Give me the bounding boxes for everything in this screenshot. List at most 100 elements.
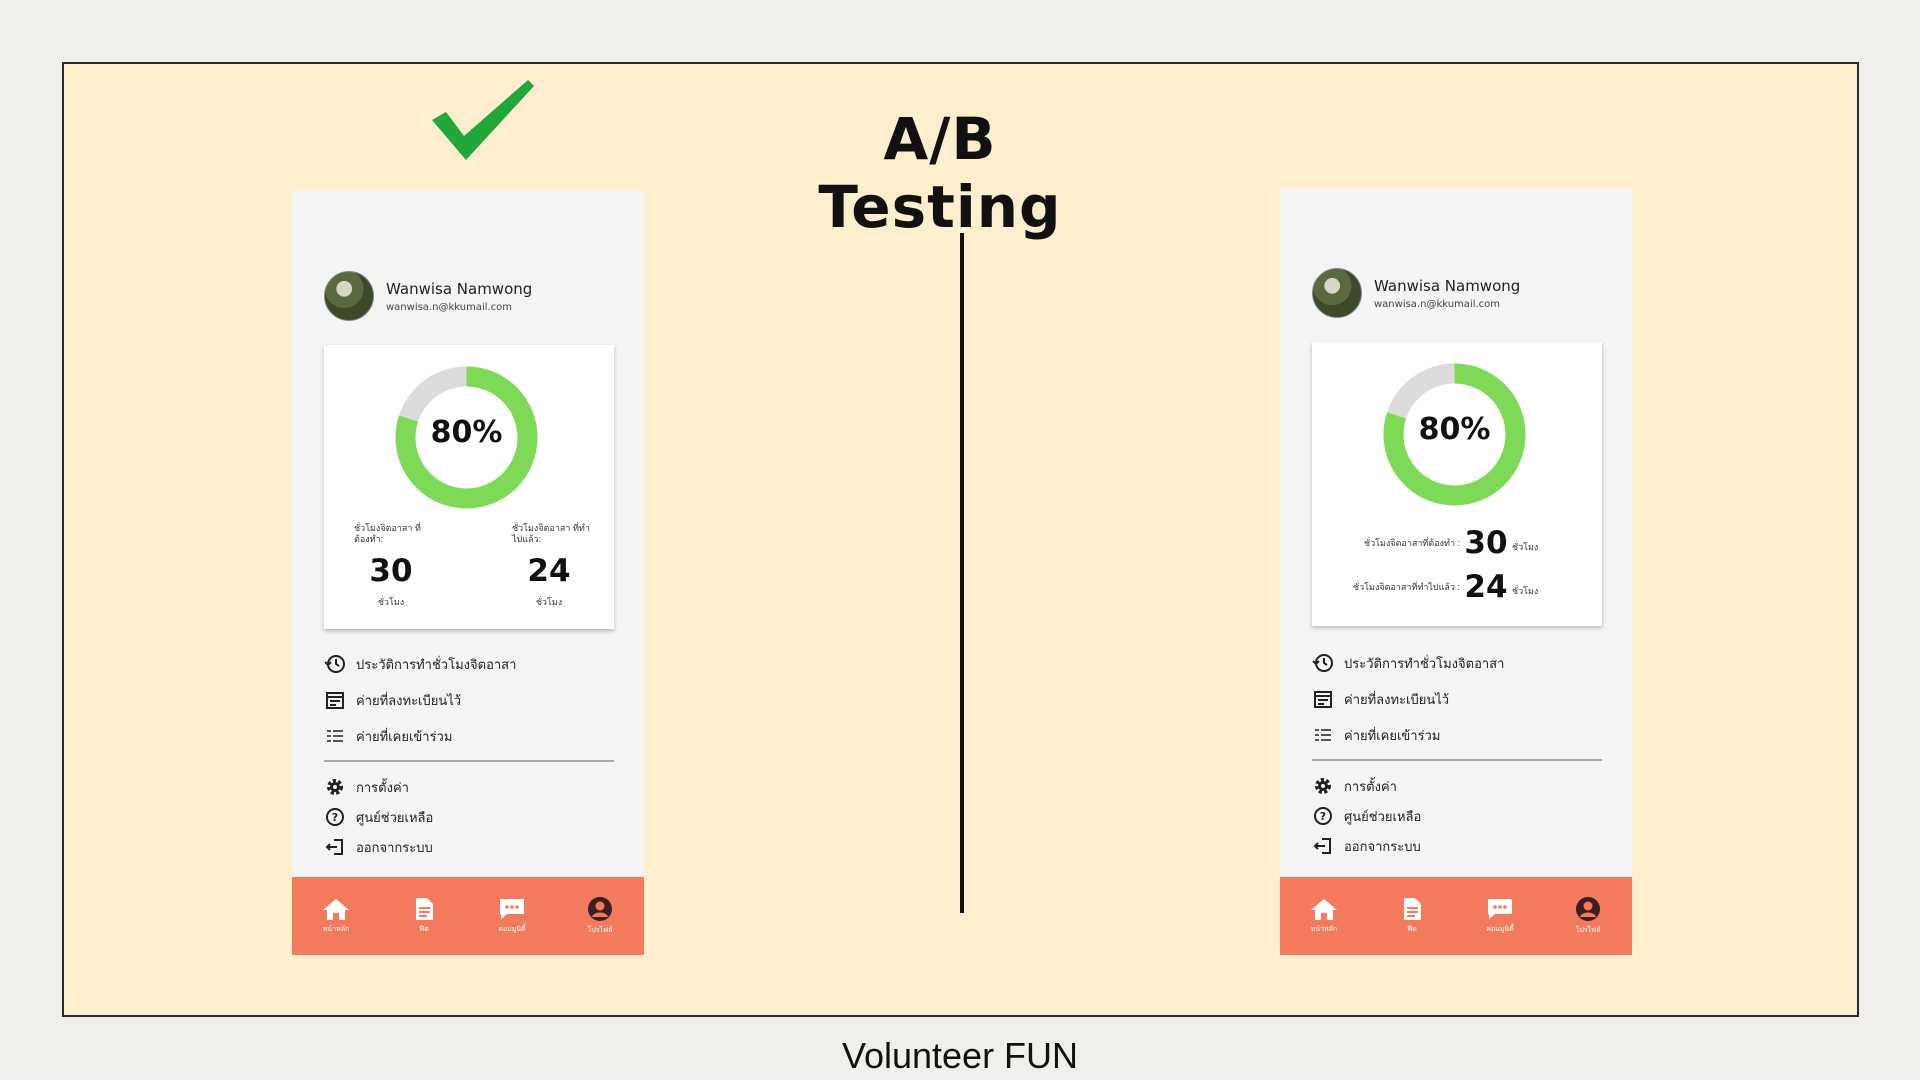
nav-profile[interactable]: โปรไฟล์: [570, 896, 630, 936]
nav-label: ฟีด: [419, 926, 429, 933]
menu-item-label: ศูนย์ช่วยเหลือ: [356, 810, 434, 826]
stat-completed-label: ชั่วโมงจิตอาสาที่ทำไปแล้ว :: [1353, 582, 1460, 592]
document-icon: [416, 898, 433, 920]
stat-required-unit: ชั่วโมง: [1512, 542, 1539, 552]
history-icon: [1312, 652, 1334, 674]
stat-required-value: 30: [1464, 525, 1508, 561]
menu-item-label: ศูนย์ช่วยเหลือ: [1344, 809, 1422, 825]
nav-feed[interactable]: ฟีด: [394, 897, 454, 935]
user-email: wanwisa.n@kkumail.com: [386, 301, 513, 313]
menu-item-label: การตั้งค่า: [1344, 779, 1397, 795]
bottom-nav: หน้าหลัก ฟีด คอมมูนิตี้ โปรไฟล์: [292, 877, 644, 955]
document-icon: [1404, 898, 1421, 920]
menu-item-logout[interactable]: ออกจากระบบ: [1312, 831, 1602, 861]
profile-header: Wanwisa Namwong wanwisa.n@kkumail.com: [324, 271, 532, 321]
stat-required-label: ชั่วโมงจิตอาสาที่ต้องทำ :: [1363, 538, 1460, 548]
menu-item-registered[interactable]: ค่ายที่ลงทะเบียนไว้: [1312, 681, 1602, 717]
nav-community[interactable]: คอมมูนิตี้: [1470, 897, 1530, 935]
stat-completed: ชั่วโมงจิตอาสา ที่ทำไปแล้ว: 24 ชั่วโมง: [504, 523, 594, 609]
stat-completed-value: 24: [527, 553, 571, 589]
stat-completed: ชั่วโมงจิตอาสาที่ทำไปแล้ว : 24 ชั่วโมง: [1342, 569, 1582, 605]
avatar[interactable]: [324, 271, 374, 321]
list-icon: [1312, 724, 1334, 746]
menu-item-history[interactable]: ประวัติการทำชั่วโมงจิตอาสา: [1312, 645, 1602, 681]
menu-item-label: ค่ายที่เคยเข้าร่วม: [1344, 728, 1441, 744]
nav-label: หน้าหลัก: [322, 926, 350, 933]
progress-percent: 80%: [430, 415, 503, 450]
stat-completed-value: 24: [1464, 569, 1508, 605]
menu-separator: [324, 760, 614, 762]
gear-icon: [1312, 775, 1334, 797]
menu-item-label: ประวัติการทำชั่วโมงจิตอาสา: [1344, 656, 1505, 672]
menu-item-registered[interactable]: ค่ายที่ลงทะเบียนไว้: [324, 682, 614, 718]
menu-list: ประวัติการทำชั่วโมงจิตอาสา ค่ายที่ลงทะเบ…: [1312, 645, 1602, 861]
slide-title: A/B Testing: [818, 105, 1062, 241]
nav-label: ฟีด: [1407, 926, 1417, 933]
stat-required-value: 30: [369, 553, 413, 589]
user-name: Wanwisa Namwong: [386, 279, 533, 298]
help-icon: ?: [324, 806, 346, 828]
nav-label: คอมมูนิตี้: [1486, 926, 1514, 933]
menu-item-label: ค่ายที่ลงทะเบียนไว้: [1344, 692, 1450, 708]
nav-label: หน้าหลัก: [1310, 926, 1338, 933]
list-icon: [324, 725, 346, 747]
svg-text:?: ?: [1320, 810, 1326, 823]
nav-home[interactable]: หน้าหลัก: [306, 897, 366, 935]
phone-variant-b: Wanwisa Namwong wanwisa.n@kkumail.com 80…: [1280, 188, 1632, 955]
nav-label: โปรไฟล์: [1575, 927, 1601, 934]
calendar-icon: [1312, 688, 1334, 710]
progress-card: 80% ชั่วโมงจิตอาสา ที่ต้องทำ: 30 ชั่วโมง…: [324, 345, 614, 629]
nav-label: คอมมูนิตี้: [498, 926, 526, 933]
menu-item-history[interactable]: ประวัติการทำชั่วโมงจิตอาสา: [324, 646, 614, 682]
menu-item-help[interactable]: ? ศูนย์ช่วยเหลือ: [324, 802, 614, 832]
menu-item-joined[interactable]: ค่ายที่เคยเข้าร่วม: [324, 718, 614, 754]
menu-item-joined[interactable]: ค่ายที่เคยเข้าร่วม: [1312, 717, 1602, 753]
history-icon: [324, 653, 346, 675]
user-email: wanwisa.n@kkumail.com: [1374, 298, 1501, 310]
chat-icon: [1488, 899, 1512, 919]
stat-completed-unit: ชั่วโมง: [1512, 586, 1539, 596]
logout-icon: [1312, 835, 1334, 857]
logout-icon: [324, 836, 346, 858]
menu-item-label: ค่ายที่เคยเข้าร่วม: [356, 729, 453, 745]
home-icon: [1311, 899, 1337, 920]
stat-completed-label: ชั่วโมงจิตอาสา ที่ทำไปแล้ว:: [512, 523, 590, 544]
gear-icon: [324, 776, 346, 798]
checkmark-icon: [432, 80, 534, 160]
menu-item-label: ออกจากระบบ: [1344, 839, 1421, 855]
menu-item-help[interactable]: ? ศูนย์ช่วยเหลือ: [1312, 801, 1602, 831]
progress-percent: 80%: [1418, 412, 1491, 447]
stat-required: ชั่วโมงจิตอาสาที่ต้องทำ : 30 ชั่วโมง: [1342, 525, 1582, 561]
menu-item-label: การตั้งค่า: [356, 780, 409, 796]
menu-item-label: ค่ายที่ลงทะเบียนไว้: [356, 693, 462, 709]
nav-feed[interactable]: ฟีด: [1382, 897, 1442, 935]
stat-required-unit: ชั่วโมง: [377, 597, 405, 607]
avatar[interactable]: [1312, 268, 1362, 318]
nav-community[interactable]: คอมมูนิตี้: [482, 897, 542, 935]
profile-icon: [588, 897, 612, 921]
home-icon: [323, 899, 349, 920]
stat-completed-unit: ชั่วโมง: [535, 597, 563, 607]
menu-separator: [1312, 759, 1602, 761]
progress-card: 80% ชั่วโมงจิตอาสาที่ต้องทำ : 30 ชั่วโมง…: [1312, 342, 1602, 626]
help-icon: ?: [1312, 805, 1334, 827]
svg-text:?: ?: [332, 811, 338, 824]
slide-footer: Volunteer FUN: [841, 1035, 1079, 1076]
nav-profile[interactable]: โปรไฟล์: [1558, 896, 1618, 936]
menu-item-settings[interactable]: การตั้งค่า: [324, 772, 614, 802]
menu-item-label: ออกจากระบบ: [356, 840, 433, 856]
chat-icon: [500, 899, 524, 919]
calendar-icon: [324, 689, 346, 711]
menu-item-settings[interactable]: การตั้งค่า: [1312, 771, 1602, 801]
phone-variant-a: Wanwisa Namwong wanwisa.n@kkumail.com 80…: [292, 191, 644, 955]
stat-required-label: ชั่วโมงจิตอาสา ที่ต้องทำ:: [354, 523, 421, 544]
menu-list: ประวัติการทำชั่วโมงจิตอาสา ค่ายที่ลงทะเบ…: [324, 646, 614, 862]
ab-divider: [960, 233, 964, 913]
bottom-nav: หน้าหลัก ฟีด คอมมูนิตี้ โปรไฟล์: [1280, 877, 1632, 955]
nav-home[interactable]: หน้าหลัก: [1294, 897, 1354, 935]
nav-label: โปรไฟล์: [587, 927, 613, 934]
stat-required: ชั่วโมงจิตอาสา ที่ต้องทำ: 30 ชั่วโมง: [346, 523, 436, 609]
menu-item-logout[interactable]: ออกจากระบบ: [324, 832, 614, 862]
menu-item-label: ประวัติการทำชั่วโมงจิตอาสา: [356, 657, 517, 673]
profile-header: Wanwisa Namwong wanwisa.n@kkumail.com: [1312, 268, 1520, 318]
